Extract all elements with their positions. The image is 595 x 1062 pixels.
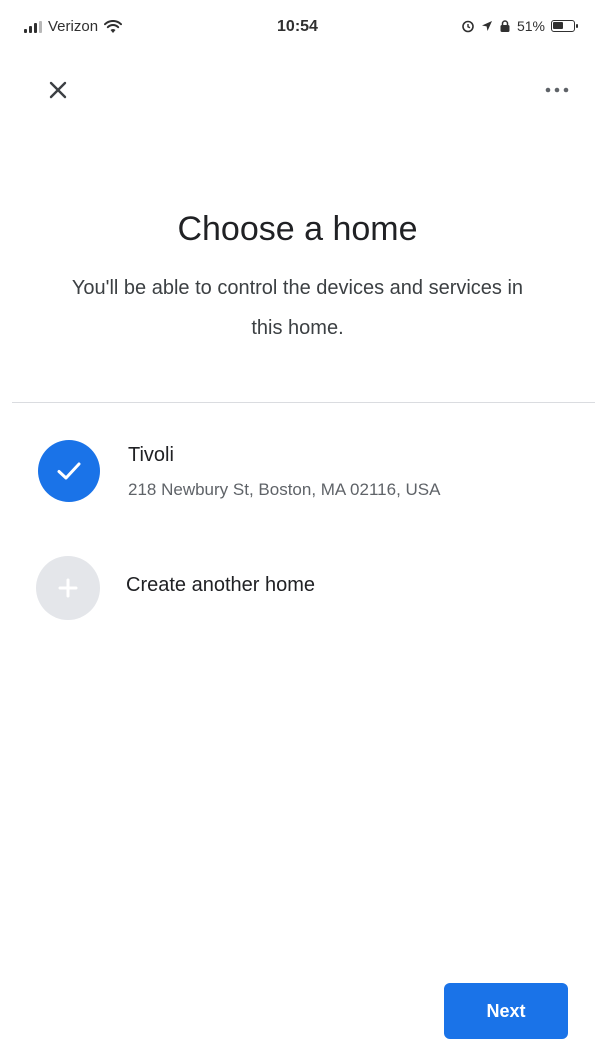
location-icon bbox=[481, 21, 492, 31]
status-right: 51% bbox=[461, 18, 578, 34]
battery-icon bbox=[551, 20, 578, 32]
home-name: Tivoli bbox=[128, 444, 174, 466]
more-horizontal-icon bbox=[545, 87, 569, 93]
close-button[interactable] bbox=[36, 70, 80, 110]
battery-percent: 51% bbox=[516, 18, 545, 34]
selected-indicator bbox=[38, 440, 100, 502]
alarm-icon bbox=[462, 20, 474, 33]
lock-rotation-icon bbox=[500, 19, 510, 32]
home-list-item[interactable]: Tivoli 218 Newbury St, Boston, MA 02116,… bbox=[0, 432, 595, 512]
close-icon bbox=[49, 81, 67, 99]
divider bbox=[12, 402, 595, 403]
create-home-avatar bbox=[36, 556, 100, 620]
create-home-item[interactable]: Create another home bbox=[0, 552, 595, 622]
home-address: 218 Newbury St, Boston, MA 02116, USA bbox=[128, 480, 441, 499]
plus-icon bbox=[58, 578, 78, 598]
create-home-label: Create another home bbox=[126, 574, 316, 596]
page-subtitle: You'll be able to control the devices an… bbox=[71, 277, 524, 339]
page-title: Choose a home bbox=[177, 210, 418, 248]
next-button[interactable]: Next bbox=[444, 983, 568, 1039]
more-options-button[interactable] bbox=[535, 70, 579, 110]
status-bar: Verizon 10:54 51% bbox=[0, 0, 595, 62]
check-icon bbox=[57, 462, 81, 480]
battery-fill bbox=[553, 22, 563, 29]
